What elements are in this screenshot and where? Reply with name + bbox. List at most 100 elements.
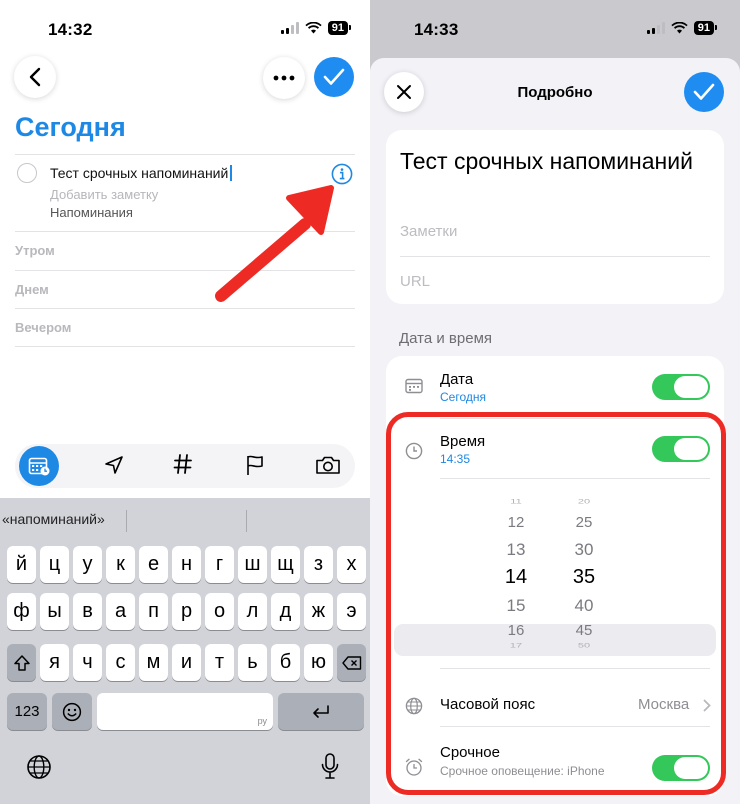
annotation-highlight-box [386, 412, 726, 795]
section-morning[interactable]: Утром [15, 243, 55, 258]
key[interactable]: ю [304, 644, 333, 681]
ellipsis-icon [273, 75, 295, 81]
reminder-list-name: Напоминания [50, 205, 133, 220]
key[interactable]: т [205, 644, 234, 681]
key[interactable]: к [106, 546, 135, 583]
key[interactable]: ь [238, 644, 267, 681]
done-button[interactable] [314, 57, 354, 97]
key[interactable]: п [139, 593, 168, 630]
key[interactable]: у [73, 546, 102, 583]
status-icons: 91 [646, 21, 718, 35]
page-title: Сегодня [15, 112, 126, 142]
reminders-list-screen: 14:32 91 Сегодня Тест срочных напоминани… [0, 0, 370, 804]
backspace-key[interactable] [337, 644, 366, 681]
screenshot-stage: 14:32 91 Сегодня Тест срочных напоминани… [0, 0, 740, 804]
date-button[interactable] [19, 446, 59, 486]
battery-indicator: 91 [327, 21, 352, 35]
key[interactable]: е [139, 546, 168, 583]
hashtag-icon [173, 454, 192, 474]
space-key[interactable]: ру [97, 693, 273, 730]
complete-circle-button[interactable] [17, 163, 37, 183]
flag-icon [247, 455, 263, 475]
key[interactable]: а [106, 593, 135, 630]
checkmark-icon [693, 83, 715, 100]
cellular-signal-icon [280, 22, 299, 34]
calendar-icon [405, 378, 423, 399]
suggestion-item[interactable]: «напоминаний» [2, 511, 105, 527]
key[interactable]: г [205, 546, 234, 583]
key[interactable]: з [304, 546, 333, 583]
keyboard: «напоминаний» й ц у к е н г ш щ з х ф ы … [0, 498, 370, 804]
battery-indicator: 91 [693, 21, 718, 35]
key[interactable]: ф [7, 593, 36, 630]
more-button[interactable] [263, 57, 305, 99]
tag-button[interactable] [173, 453, 193, 480]
reminder-title-text: Тест срочных напоминаний [50, 165, 229, 181]
reminder-toolbar [15, 444, 355, 488]
wifi-icon [305, 22, 322, 34]
key[interactable]: ч [73, 644, 102, 681]
add-note-field[interactable]: Добавить заметку [50, 187, 158, 202]
url-field[interactable]: URL [400, 273, 430, 290]
emoji-key[interactable] [52, 693, 92, 730]
key[interactable]: с [106, 644, 135, 681]
section-afternoon[interactable]: Днем [15, 282, 49, 297]
key[interactable]: л [238, 593, 267, 630]
chevron-left-icon [29, 67, 41, 87]
title-notes-card: Тест срочных напоминаний Заметки URL [386, 130, 724, 304]
return-icon [313, 704, 329, 718]
status-time: 14:32 [48, 20, 93, 39]
status-icons: 91 [280, 21, 352, 35]
divider [15, 154, 355, 155]
key[interactable]: в [73, 593, 102, 630]
date-label: Дата [440, 371, 474, 388]
dictation-button[interactable] [320, 752, 340, 785]
shift-icon [13, 654, 30, 671]
key[interactable]: и [172, 644, 201, 681]
location-arrow-icon [105, 456, 123, 474]
numbers-key[interactable]: 123 [7, 693, 47, 730]
flag-button[interactable] [245, 454, 265, 481]
status-bar: 14:32 91 [0, 0, 370, 56]
suggestion-divider [126, 510, 127, 532]
key[interactable]: х [337, 546, 366, 583]
key[interactable]: ш [238, 546, 267, 583]
status-time: 14:33 [414, 20, 459, 39]
globe-icon [27, 755, 51, 779]
key[interactable]: ц [40, 546, 69, 583]
camera-button[interactable] [315, 455, 341, 480]
return-key[interactable] [278, 693, 364, 730]
back-button[interactable] [14, 56, 56, 98]
key[interactable]: о [205, 593, 234, 630]
key[interactable]: э [337, 593, 366, 630]
language-button[interactable] [26, 754, 52, 785]
key[interactable]: р [172, 593, 201, 630]
key[interactable]: н [172, 546, 201, 583]
backspace-icon [341, 655, 361, 670]
space-language-hint: ру [257, 716, 267, 726]
annotation-arrow [215, 185, 334, 302]
key[interactable]: ы [40, 593, 69, 630]
date-toggle[interactable] [652, 374, 710, 400]
key[interactable]: б [271, 644, 300, 681]
reminder-title-field[interactable]: Тест срочных напоминаний [400, 146, 700, 177]
shift-key[interactable] [7, 644, 36, 681]
section-evening[interactable]: Вечером [15, 320, 71, 335]
key[interactable]: щ [271, 546, 300, 583]
checkmark-icon [323, 68, 345, 85]
key[interactable]: я [40, 644, 69, 681]
location-button[interactable] [103, 454, 125, 481]
suggestion-divider [246, 510, 247, 532]
key[interactable]: й [7, 546, 36, 583]
date-value[interactable]: Сегодня [440, 390, 486, 404]
key[interactable]: м [139, 644, 168, 681]
divider [400, 256, 710, 257]
done-button[interactable] [684, 72, 724, 112]
cellular-signal-icon [646, 22, 665, 34]
suggestion-bar: «напоминаний» [0, 508, 370, 532]
calendar-icon [28, 457, 50, 476]
key[interactable]: ж [304, 593, 333, 630]
divider [15, 308, 355, 309]
key[interactable]: д [271, 593, 300, 630]
notes-field[interactable]: Заметки [400, 223, 457, 240]
